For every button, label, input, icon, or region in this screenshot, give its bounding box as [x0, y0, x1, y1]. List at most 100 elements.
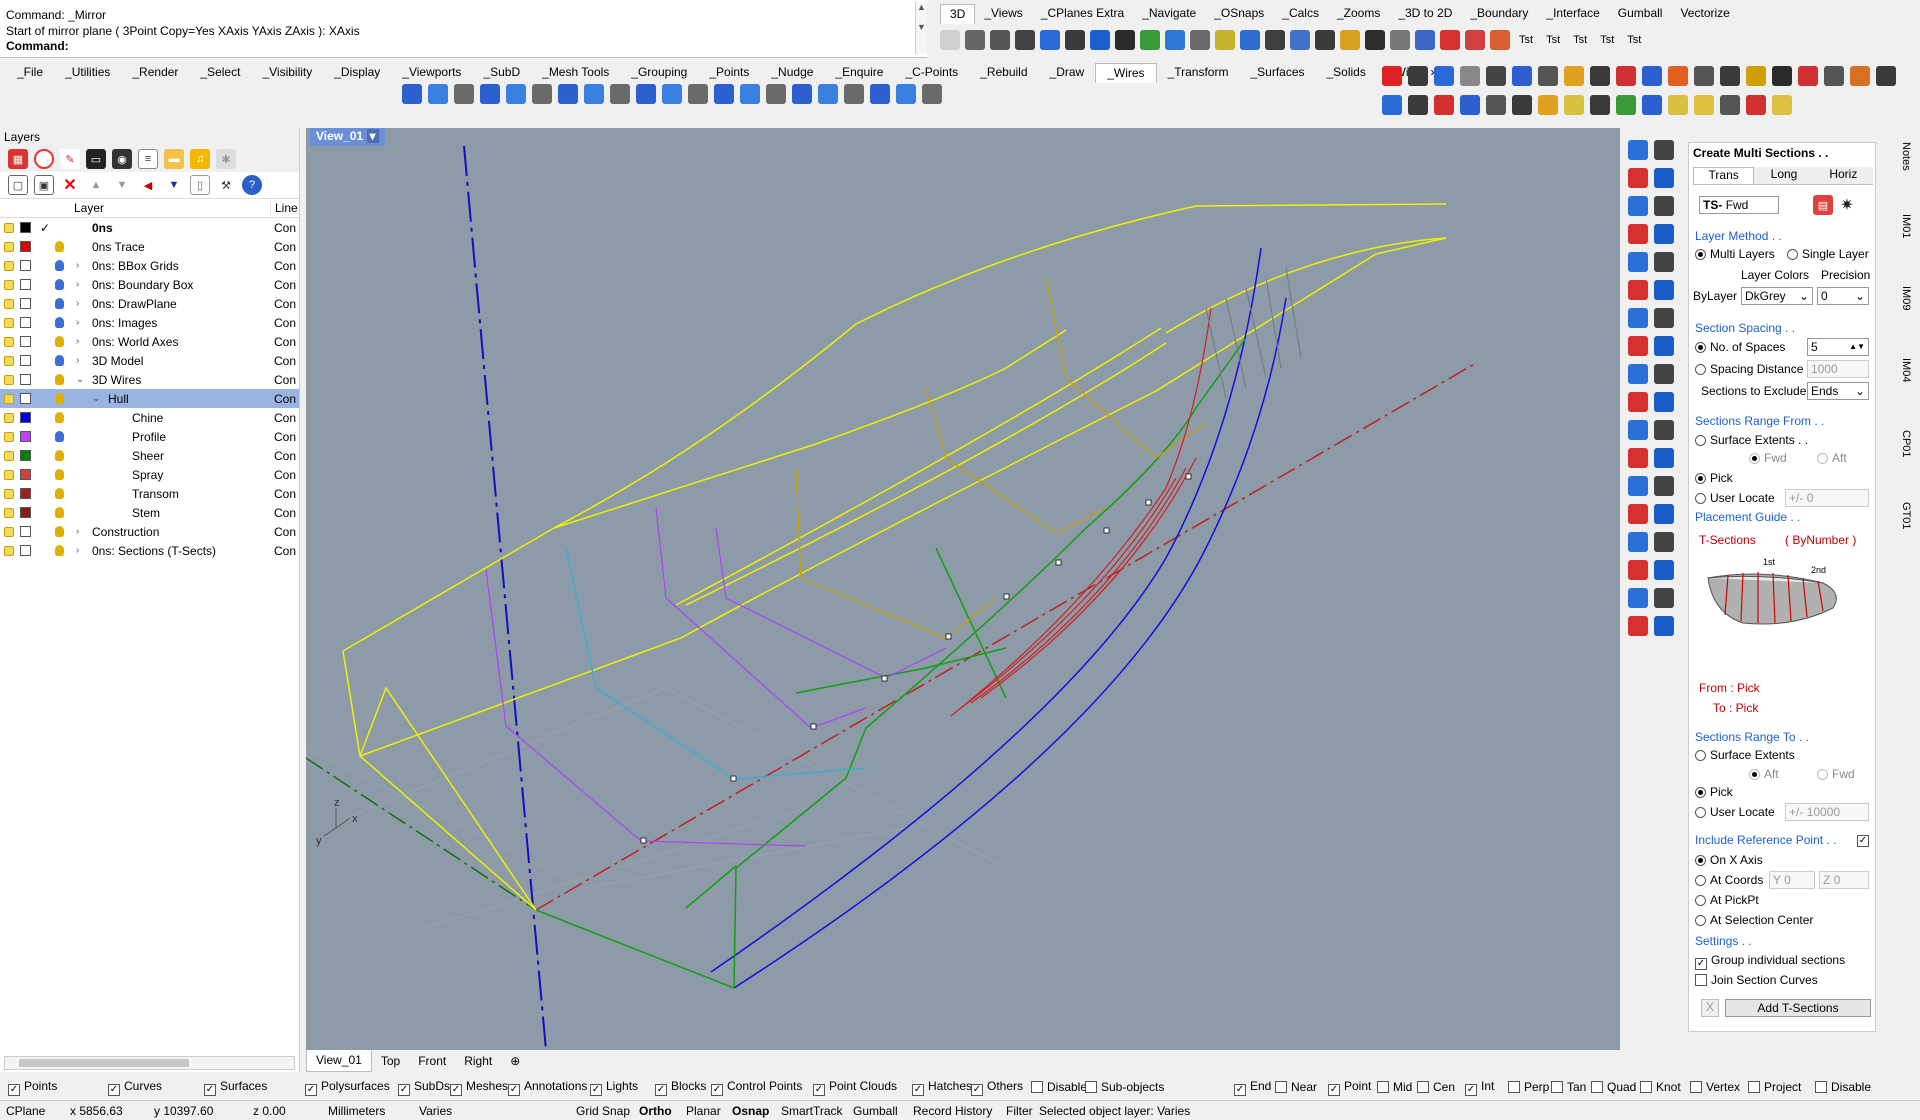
- from-user-locate-radio[interactable]: User Locate: [1695, 491, 1775, 505]
- tst-button[interactable]: Tst: [1623, 34, 1645, 46]
- osnap-checkbox[interactable]: Cen: [1417, 1080, 1455, 1094]
- text-edit-icon[interactable]: [1628, 168, 1648, 188]
- viewport-tab[interactable]: Front: [409, 1054, 455, 1068]
- text-icon[interactable]: [1628, 140, 1648, 160]
- to-user-locate-radio[interactable]: User Locate: [1695, 805, 1775, 819]
- lock-icon[interactable]: [4, 469, 14, 480]
- page-icon[interactable]: ▯: [190, 175, 210, 195]
- main-tab[interactable]: _SubD: [472, 63, 531, 83]
- sphere-icon[interactable]: [1628, 336, 1648, 356]
- folder-icon[interactable]: ▬: [164, 149, 184, 169]
- radial-dim-icon[interactable]: [1628, 224, 1648, 244]
- smarttrack-toggle[interactable]: SmartTrack: [781, 1104, 843, 1118]
- align-icon[interactable]: [1654, 392, 1674, 412]
- explode-icon[interactable]: [1772, 66, 1792, 86]
- filter-checkbox[interactable]: ✓ Points: [8, 1079, 57, 1096]
- expand-chevron-icon[interactable]: ›: [76, 526, 79, 537]
- layout-icon[interactable]: [1415, 30, 1435, 50]
- copy-icon[interactable]: [1190, 30, 1210, 50]
- trim-icon[interactable]: [1694, 66, 1714, 86]
- line-icon[interactable]: [940, 30, 960, 50]
- viewport-tab[interactable]: Right: [455, 1054, 501, 1068]
- side-tab[interactable]: Notes: [1900, 142, 1912, 171]
- layer-color-swatch[interactable]: [20, 526, 31, 537]
- layer-row[interactable]: ⌄ 3D Wires Con: [0, 370, 299, 389]
- layer-linetype[interactable]: Con: [274, 373, 296, 387]
- tab-trans[interactable]: Trans: [1693, 167, 1755, 184]
- filter-checkbox[interactable]: ✓ SubDs: [398, 1079, 450, 1096]
- layer-row[interactable]: Stem Con: [0, 503, 299, 522]
- circle-icon[interactable]: [1654, 336, 1674, 356]
- grid-snap-toggle[interactable]: Grid Snap: [576, 1104, 630, 1118]
- delete-icon[interactable]: ✕: [60, 175, 80, 195]
- sphere-icon[interactable]: [402, 84, 422, 104]
- top-tab[interactable]: _OSnaps: [1205, 4, 1273, 24]
- lock-icon[interactable]: [4, 279, 14, 290]
- main-tab[interactable]: _File: [6, 63, 54, 83]
- layer-row[interactable]: Spray Con: [0, 465, 299, 484]
- layer-linetype[interactable]: Con: [274, 449, 296, 463]
- flip-icon[interactable]: [1628, 392, 1648, 412]
- visibility-bulb-icon[interactable]: [55, 279, 64, 290]
- layer-row[interactable]: › 0ns: World Axes Con: [0, 332, 299, 351]
- top-tab[interactable]: Vectorize: [1671, 4, 1738, 24]
- linear-dim-icon[interactable]: [1628, 196, 1648, 216]
- coord-y-input[interactable]: Y 0: [1769, 871, 1815, 889]
- layer-color-swatch[interactable]: [20, 469, 31, 480]
- move-down-icon[interactable]: ▼: [112, 175, 132, 195]
- layer-color-select[interactable]: DkGrey ⌄: [1741, 287, 1813, 305]
- picture-icon[interactable]: [1654, 308, 1674, 328]
- no-of-spaces-radio[interactable]: No. of Spaces: [1695, 340, 1785, 354]
- tst-button[interactable]: Tst: [1515, 34, 1537, 46]
- main-tab[interactable]: _Solids: [1316, 63, 1377, 83]
- units-label[interactable]: Millimeters: [328, 1104, 385, 1118]
- visibility-bulb-icon[interactable]: [55, 260, 64, 271]
- star-icon[interactable]: [1642, 66, 1662, 86]
- analyze-icon[interactable]: [1590, 66, 1610, 86]
- lightbulb-icon[interactable]: [1668, 95, 1688, 115]
- layer-pick-icon[interactable]: ▤: [1813, 195, 1833, 215]
- tools-icon[interactable]: ⚒: [216, 175, 236, 195]
- lock-icon[interactable]: [4, 507, 14, 518]
- visibility-bulb-icon[interactable]: [55, 412, 64, 423]
- camera-icon[interactable]: ◉: [112, 149, 132, 169]
- new-sublayer-icon[interactable]: ▣: [34, 175, 54, 195]
- filter-checkbox[interactable]: ✓ Meshes: [450, 1079, 508, 1096]
- filter-checkbox[interactable]: ✓ Hatches: [912, 1079, 972, 1096]
- rotate-icon[interactable]: [1265, 30, 1285, 50]
- gear-icon[interactable]: [1340, 30, 1360, 50]
- layer-row[interactable]: ✓ 0ns Con: [0, 218, 299, 237]
- lock-icon[interactable]: [4, 488, 14, 499]
- visibility-bulb-icon[interactable]: [55, 374, 64, 385]
- layer-row[interactable]: 0ns Trace Con: [0, 237, 299, 256]
- filter-checkbox[interactable]: ✓ Lights: [590, 1079, 638, 1096]
- select-icon[interactable]: [1512, 95, 1532, 115]
- coord-z-input[interactable]: Z 0: [1819, 871, 1869, 889]
- lock-icon[interactable]: [4, 545, 14, 556]
- top-tab[interactable]: 3D: [940, 4, 976, 24]
- layer-color-swatch[interactable]: [20, 279, 31, 290]
- pin-icon[interactable]: [1654, 532, 1674, 552]
- precision-select[interactable]: 0 ⌄: [1817, 287, 1869, 305]
- named-view-icon[interactable]: [1564, 66, 1584, 86]
- expand-chevron-icon[interactable]: ›: [76, 260, 79, 271]
- gear-icon[interactable]: ✱: [216, 149, 236, 169]
- key-icon[interactable]: [1628, 588, 1648, 608]
- layer-linetype[interactable]: Con: [274, 525, 296, 539]
- layer-linetype[interactable]: Con: [274, 411, 296, 425]
- to-fwd-radio[interactable]: Fwd: [1817, 767, 1855, 781]
- layer-color-swatch[interactable]: [20, 488, 31, 499]
- pencil-icon[interactable]: [1668, 66, 1688, 86]
- pen-icon[interactable]: [1434, 66, 1454, 86]
- visibility-bulb-icon[interactable]: [55, 355, 64, 366]
- bookmark-icon[interactable]: [1628, 532, 1648, 552]
- main-tab[interactable]: _C-Points: [894, 63, 969, 83]
- filter-checkbox[interactable]: ✓ Blocks: [655, 1079, 706, 1096]
- color-wheel-icon[interactable]: [34, 149, 54, 169]
- layer-color-swatch[interactable]: [20, 222, 31, 233]
- surface-icon[interactable]: [1090, 30, 1110, 50]
- main-tab[interactable]: _Select: [189, 63, 251, 83]
- from-locate-input[interactable]: +/- 0: [1785, 489, 1869, 507]
- ring-icon[interactable]: [1628, 364, 1648, 384]
- box-icon[interactable]: [1564, 95, 1584, 115]
